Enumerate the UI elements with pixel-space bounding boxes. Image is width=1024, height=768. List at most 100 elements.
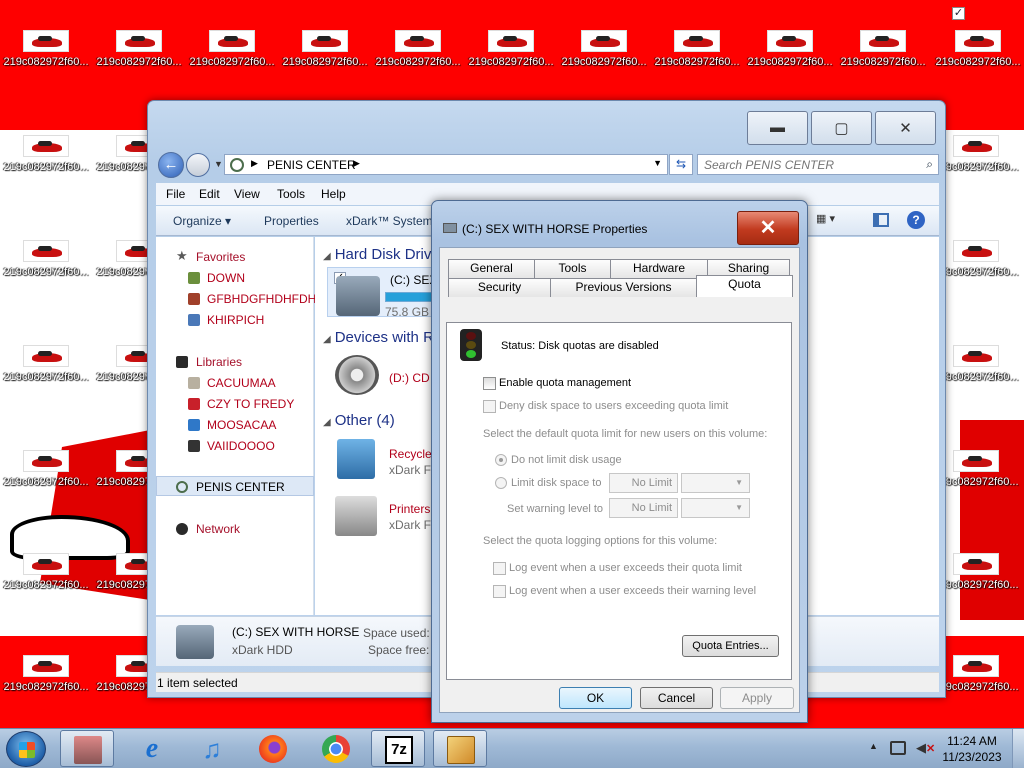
nav-item-vaiidoooo[interactable]: VAIIDOOOO <box>156 436 314 456</box>
tab-security[interactable]: Security <box>448 278 551 297</box>
desktop-shortcut[interactable]: 219c082972f60... <box>372 30 464 68</box>
show-desktop-button[interactable] <box>1012 729 1024 768</box>
taskbar-app-itunes[interactable]: ♫ <box>185 730 239 767</box>
tab-general[interactable]: General <box>448 259 535 278</box>
address-dropdown-icon[interactable]: ▼ <box>653 158 662 168</box>
printers-item[interactable]: Printers xDark Fo <box>327 494 447 544</box>
desktop-shortcut[interactable]: 219c082972f60... <box>744 30 836 68</box>
tab-hardware[interactable]: Hardware <box>610 259 708 278</box>
drive-d-item[interactable]: (D:) CD D <box>327 353 447 403</box>
maximize-button[interactable]: ▢ <box>811 111 872 145</box>
apply-button[interactable]: Apply <box>720 687 794 709</box>
dialog-close-button[interactable]: ✕ <box>737 211 799 245</box>
deny-space-label[interactable]: Deny disk space to users exceeding quota… <box>499 400 728 412</box>
desktop-shortcut[interactable]: 219c082972f60... <box>932 30 1024 68</box>
desktop-shortcut[interactable]: 219c082972f60... <box>558 30 650 68</box>
desktop-shortcut[interactable]: 219c082972f60... <box>0 450 92 488</box>
taskbar-app-tool[interactable] <box>433 730 487 767</box>
taskbar-app-chrome[interactable] <box>309 730 363 767</box>
nav-item-down[interactable]: DOWN <box>156 268 314 288</box>
volume-muted-icon[interactable]: ◀✕ <box>916 740 935 756</box>
nav-computer[interactable]: PENIS CENTER <box>156 476 314 496</box>
cancel-button[interactable]: Cancel <box>640 687 713 709</box>
log-warning-label[interactable]: Log event when a user exceeds their warn… <box>509 585 756 597</box>
address-bar[interactable]: ▶ PENIS CENTER ▶ ▼ <box>224 154 668 175</box>
desktop-shortcut[interactable]: 219c082972f60... <box>0 135 92 173</box>
quota-entries-button[interactable]: Quota Entries... <box>682 635 779 657</box>
minimize-button[interactable]: ▬ <box>747 111 808 145</box>
limit-value-field[interactable]: No Limit <box>609 473 678 493</box>
nav-libraries[interactable]: Libraries <box>156 352 314 372</box>
close-button[interactable]: ✕ <box>875 111 936 145</box>
group-other[interactable]: ◢ Other (4) <box>323 412 395 429</box>
tab-previous-versions[interactable]: Previous Versions <box>550 278 697 297</box>
desktop-shortcut[interactable]: 219c082972f60... <box>93 30 185 68</box>
desktop-shortcut[interactable]: 219c082972f60... <box>0 240 92 278</box>
help-icon[interactable]: ? <box>907 211 925 229</box>
ok-button[interactable]: OK <box>559 687 632 709</box>
recycle-bin-item[interactable]: Recycle I xDark Fo <box>327 437 447 487</box>
nav-network[interactable]: Network <box>156 519 314 539</box>
taskbar-app-explorer[interactable] <box>60 730 114 767</box>
desktop-shortcut[interactable]: 219c082972f60... <box>0 655 92 693</box>
tab-quota[interactable]: Quota <box>696 275 793 297</box>
menu-file[interactable]: File <box>166 187 185 201</box>
desktop-shortcut[interactable]: 219c082972f60... <box>0 345 92 383</box>
desktop-shortcut[interactable]: 219c082972f60... <box>465 30 557 68</box>
search-input[interactable] <box>704 157 914 172</box>
search-box[interactable]: ⌕ <box>697 154 939 175</box>
system-properties-button[interactable]: xDark™ System <box>346 214 433 228</box>
group-removable-devices[interactable]: ◢ Devices with R <box>323 329 434 346</box>
limit-unit-select[interactable]: ▼ <box>681 473 750 493</box>
tab-tools[interactable]: Tools <box>534 259 611 278</box>
log-limit-label[interactable]: Log event when a user exceeds their quot… <box>509 562 742 574</box>
desktop-shortcut[interactable]: 219c082972f60... <box>186 30 278 68</box>
log-warning-checkbox[interactable] <box>493 585 506 598</box>
limit-disk-radio[interactable] <box>495 477 507 489</box>
taskbar-app-firefox[interactable] <box>246 730 300 767</box>
refresh-button[interactable]: ⇆ <box>669 154 693 175</box>
deny-space-checkbox[interactable] <box>483 400 496 413</box>
group-hard-disk-drives[interactable]: ◢ Hard Disk Driv <box>323 246 431 263</box>
desktop-shortcut[interactable]: 219c082972f60... <box>0 30 92 68</box>
enable-quota-label[interactable]: Enable quota management <box>499 377 631 389</box>
change-view-icon[interactable]: ▦ ▾ <box>816 212 850 230</box>
desktop-checkbox[interactable]: ✓ <box>952 7 965 20</box>
taskbar-app-ie[interactable]: e <box>125 730 179 767</box>
menu-view[interactable]: View <box>234 187 260 201</box>
breadcrumb-location[interactable]: PENIS CENTER <box>267 158 356 172</box>
desktop-shortcut[interactable]: 219c082972f60... <box>651 30 743 68</box>
menu-edit[interactable]: Edit <box>199 187 220 201</box>
nav-item-khirpich[interactable]: KHIRPICH <box>156 310 314 330</box>
start-button[interactable] <box>6 731 46 767</box>
limit-disk-label[interactable]: Limit disk space to <box>511 477 601 489</box>
no-limit-label[interactable]: Do not limit disk usage <box>511 454 622 466</box>
no-limit-radio[interactable] <box>495 454 507 466</box>
nav-item-czy-to-fredy[interactable]: CZY TO FREDY <box>156 394 314 414</box>
drive-c-item[interactable]: ✓ (C:) SEX W 75.8 GB f <box>327 267 452 319</box>
menu-help[interactable]: Help <box>321 187 346 201</box>
warning-value-field[interactable]: No Limit <box>609 498 678 518</box>
clock-date[interactable]: 11/23/2023 <box>940 750 1004 764</box>
preview-pane-icon[interactable] <box>873 213 889 227</box>
log-limit-checkbox[interactable] <box>493 562 506 575</box>
breadcrumb-chevron-icon[interactable]: ▶ <box>353 158 360 169</box>
breadcrumb-separator-icon[interactable]: ▶ <box>251 158 258 169</box>
nav-favorites[interactable]: ★ Favorites <box>156 247 314 267</box>
nav-item-gfbhdgfhdhfdh[interactable]: GFBHDGFHDHFDH <box>156 289 316 309</box>
show-hidden-icons-icon[interactable]: ▲ <box>869 741 878 751</box>
warning-unit-select[interactable]: ▼ <box>681 498 750 518</box>
organize-button[interactable]: Organize ▾ <box>173 214 231 228</box>
desktop-shortcut[interactable]: 219c082972f60... <box>279 30 371 68</box>
enable-quota-checkbox[interactable] <box>483 377 496 390</box>
nav-item-cacuumaa[interactable]: CACUUMAA <box>156 373 314 393</box>
clock-time[interactable]: 11:24 AM <box>940 734 1004 748</box>
back-button[interactable]: ← <box>158 152 184 178</box>
recent-pages-icon[interactable]: ▼ <box>214 159 223 169</box>
taskbar-app-7zip[interactable]: 7z <box>371 730 425 767</box>
desktop-shortcut[interactable]: 219c082972f60... <box>0 553 92 591</box>
menu-tools[interactable]: Tools <box>277 187 305 201</box>
network-tray-icon[interactable] <box>890 741 906 755</box>
nav-item-moosacaa[interactable]: MOOSACAA <box>156 415 314 435</box>
desktop-shortcut[interactable]: 219c082972f60... <box>837 30 929 68</box>
